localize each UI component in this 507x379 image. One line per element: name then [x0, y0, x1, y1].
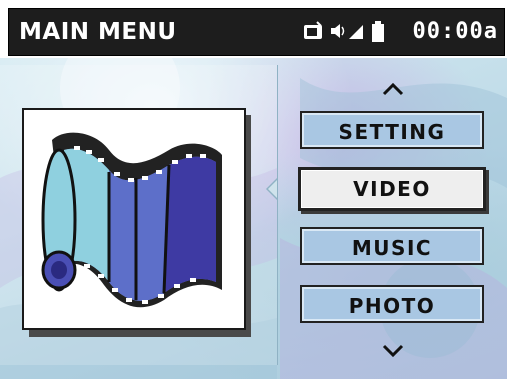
status-area: 00:00a [258, 9, 498, 55]
chevron-up-icon[interactable] [382, 82, 404, 96]
battery-icon [372, 21, 384, 42]
header-bar: MAIN MENU 00:00a [8, 8, 505, 56]
clock: 00:00a [412, 19, 498, 44]
menu-item-photo[interactable]: PHOTO [300, 285, 484, 323]
speaker-icon [331, 24, 345, 38]
chevron-down-icon[interactable] [382, 344, 404, 358]
menu-item-music[interactable]: MUSIC [300, 227, 484, 265]
page-title: MAIN MENU [19, 19, 177, 45]
menu-item-setting[interactable]: SETTING [300, 111, 484, 149]
tv-icon [304, 21, 322, 39]
menu-item-video[interactable]: VIDEO [298, 167, 486, 211]
preview-box [22, 108, 246, 330]
film-strip-icon [41, 132, 222, 308]
signal-icon [349, 25, 363, 39]
